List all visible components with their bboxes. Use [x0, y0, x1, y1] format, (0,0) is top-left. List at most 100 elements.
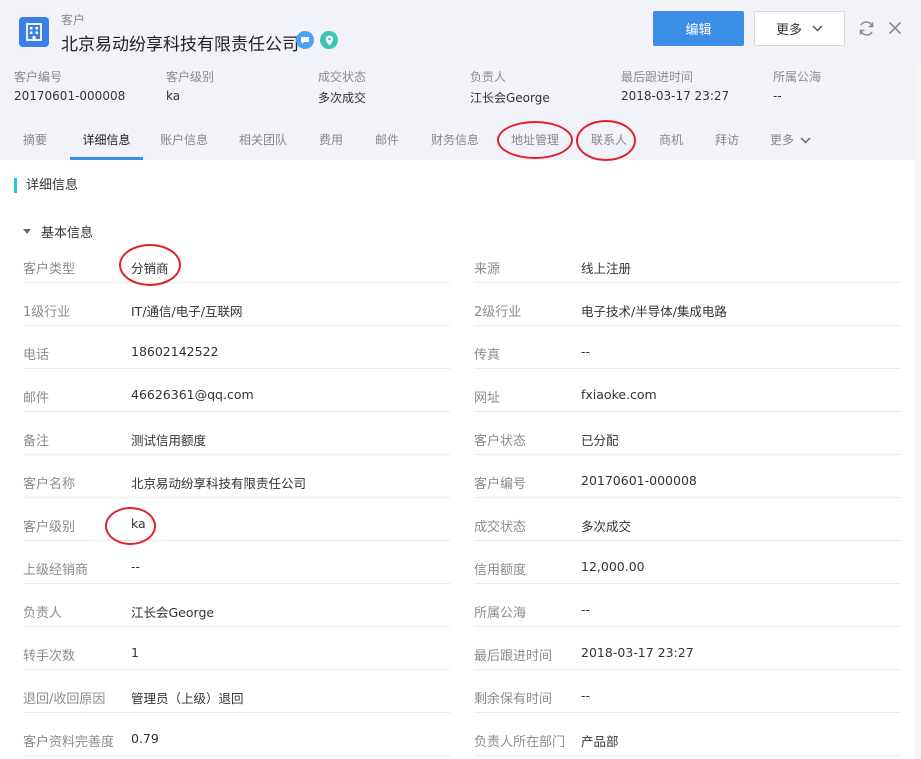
field-label: 信用额度 [474, 563, 527, 578]
field-value: 1 [131, 645, 139, 660]
field-value: 20170601-000008 [581, 473, 697, 488]
refresh-icon[interactable] [856, 18, 876, 38]
field-row: 客户资料完善度 0.79 负责人所在部门 产品部 [0, 718, 921, 759]
field-label: 客户名称 [23, 477, 76, 492]
field-value: 线上注册 [581, 261, 632, 276]
field-customer-status: 客户状态 已分配 [474, 417, 901, 460]
field-fax: 传真 -- [474, 331, 901, 374]
tab-more-label: 更多 [770, 133, 795, 147]
tab-address-management[interactable]: 地址管理 [510, 120, 560, 160]
field-owner: 负责人 江长会George [23, 589, 450, 632]
location-pin-icon[interactable] [320, 31, 338, 49]
tab-details[interactable]: 详细信息 [70, 120, 143, 160]
field-label: 客户状态 [474, 434, 527, 449]
summary-item: 客户级别 ka [166, 68, 214, 103]
group-title: 基本信息 [41, 226, 94, 241]
field-row: 转手次数 1 最后跟进时间 2018-03-17 23:27 [0, 632, 921, 675]
tab-opportunities[interactable]: 商机 [658, 120, 684, 160]
summary-label: 所属公海 [773, 70, 822, 84]
summary-item: 所属公海 -- [773, 68, 821, 103]
field-value: fxiaoke.com [581, 387, 657, 402]
field-value: -- [131, 559, 141, 574]
field-value: 管理员（上级）退回 [131, 691, 244, 706]
summary-label: 客户编号 [14, 70, 63, 84]
field-value: 多次成交 [581, 519, 632, 534]
field-value: 12,000.00 [581, 559, 645, 574]
field-industry-level-2: 2级行业 电子技术/半导体/集成电路 [474, 288, 901, 331]
object-type-label: 客户 [61, 13, 86, 27]
field-label: 转手次数 [23, 649, 76, 664]
field-row: 客户级别 ka 成交状态 多次成交 [0, 503, 921, 546]
summary-label: 最后跟进时间 [621, 70, 694, 84]
tab-related-team[interactable]: 相关团队 [238, 120, 288, 160]
summary-item: 客户编号 20170601-000008 [14, 68, 125, 103]
field-customer-name: 客户名称 北京易动纷享科技有限责任公司 [23, 460, 450, 503]
field-label: 1级行业 [23, 305, 71, 320]
tab-visits[interactable]: 拜访 [714, 120, 740, 160]
field-value: -- [581, 688, 591, 703]
field-label: 客户类型 [23, 262, 76, 277]
summary-label: 客户级别 [166, 70, 215, 84]
field-label: 成交状态 [474, 520, 527, 535]
tab-finance-info[interactable]: 财务信息 [430, 120, 480, 160]
field-label: 客户资料完善度 [23, 735, 115, 750]
more-actions-button[interactable]: 更多 [754, 11, 845, 46]
field-owner-department: 负责人所在部门 产品部 [474, 718, 901, 759]
tab-contacts[interactable]: 联系人 [590, 120, 628, 160]
field-return-reason: 退回/收回原因 管理员（上级）退回 [23, 675, 450, 718]
building-icon [19, 17, 49, 47]
field-label: 所属公海 [474, 606, 527, 621]
field-value: -- [581, 344, 591, 359]
record-header: 客户 北京易动纷享科技有限责任公司 编辑 更多 [0, 0, 921, 62]
field-value: ka [131, 516, 146, 531]
field-last-follow-up: 最后跟进时间 2018-03-17 23:27 [474, 632, 901, 675]
chevron-down-icon [812, 21, 823, 36]
field-label: 网址 [474, 391, 501, 406]
field-label: 客户级别 [23, 520, 76, 535]
summary-bar: 客户编号 20170601-000008 客户级别 ka 成交状态 多次成交 负… [0, 68, 921, 110]
summary-item: 负责人 江长会George [470, 68, 550, 106]
field-value: 产品部 [581, 734, 619, 749]
group-header-basic-info[interactable]: 基本信息 [23, 222, 93, 241]
field-row: 邮件 46626361@qq.com 网址 fxiaoke.com [0, 374, 921, 417]
field-label: 电话 [23, 348, 50, 363]
close-icon[interactable] [885, 18, 905, 38]
field-row: 备注 测试信用额度 客户状态 已分配 [0, 417, 921, 460]
field-value: 分销商 [131, 261, 169, 276]
field-deal-status: 成交状态 多次成交 [474, 503, 901, 546]
edit-button[interactable]: 编辑 [653, 11, 744, 46]
chat-bubble-icon[interactable] [296, 31, 314, 49]
field-profile-completeness: 客户资料完善度 0.79 [23, 718, 450, 759]
tab-account-info[interactable]: 账户信息 [159, 120, 209, 160]
field-customer-number: 客户编号 20170601-000008 [474, 460, 901, 503]
field-row: 退回/收回原因 管理员（上级）退回 剩余保有时间 -- [0, 675, 921, 718]
field-label: 负责人所在部门 [474, 735, 566, 750]
caret-down-icon [23, 229, 31, 234]
field-label: 上级经销商 [23, 563, 89, 578]
tab-summary[interactable]: 摘要 [22, 120, 48, 160]
field-phone: 电话 18602142522 [23, 331, 450, 374]
tab-expenses[interactable]: 费用 [318, 120, 344, 160]
field-row: 1级行业 IT/通信/电子/互联网 2级行业 电子技术/半导体/集成电路 [0, 288, 921, 331]
field-row: 客户类型 分销商 来源 线上注册 [0, 245, 921, 288]
field-customer-level: 客户级别 ka [23, 503, 450, 546]
summary-value: 20170601-000008 [14, 89, 126, 103]
field-label: 负责人 [23, 606, 63, 621]
summary-item: 成交状态 多次成交 [318, 68, 366, 106]
tab-email[interactable]: 邮件 [374, 120, 400, 160]
section-title: 详细信息 [14, 177, 78, 194]
field-label: 传真 [474, 348, 501, 363]
summary-item: 最后跟进时间 2018-03-17 23:27 [621, 68, 729, 103]
field-value: -- [581, 602, 591, 617]
field-customer-type: 客户类型 分销商 [23, 245, 450, 288]
field-label: 来源 [474, 262, 501, 277]
field-industry-level-1: 1级行业 IT/通信/电子/互联网 [23, 288, 450, 331]
summary-value: 2018-03-17 23:27 [621, 89, 730, 103]
field-row: 电话 18602142522 传真 -- [0, 331, 921, 374]
field-value: 0.79 [131, 731, 159, 746]
field-value: 2018-03-17 23:27 [581, 645, 694, 660]
field-value: 电子技术/半导体/集成电路 [581, 304, 727, 319]
tab-more[interactable]: 更多 [770, 120, 811, 160]
field-remaining-retention: 剩余保有时间 -- [474, 675, 901, 718]
summary-value: 多次成交 [318, 91, 367, 105]
